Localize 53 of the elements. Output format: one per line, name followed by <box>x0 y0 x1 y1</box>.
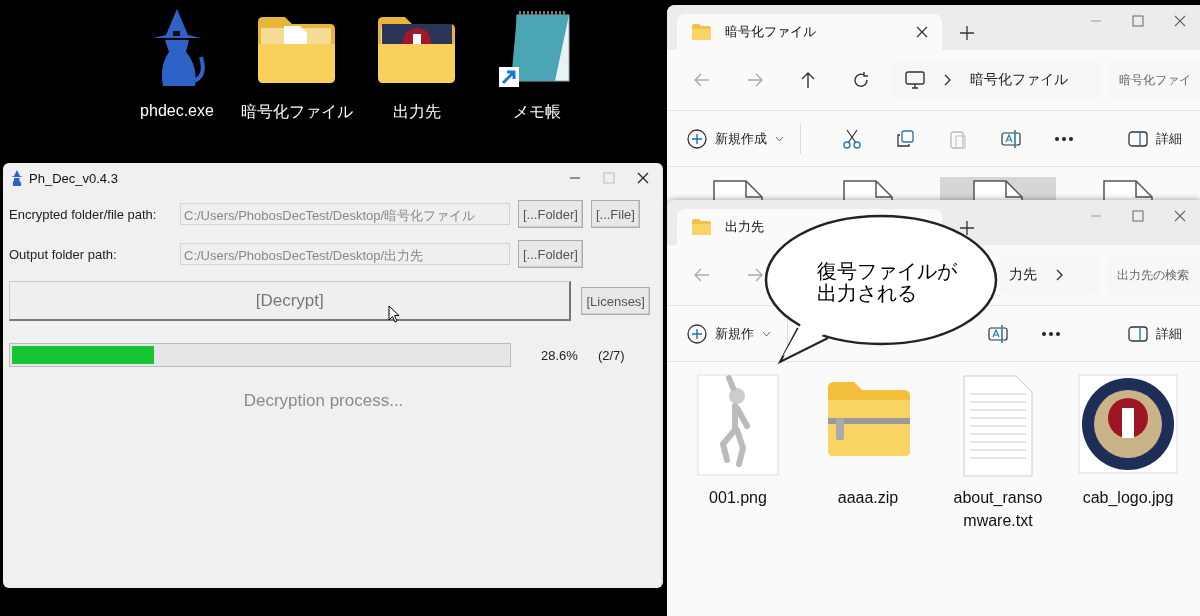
maximize-icon[interactable] <box>1132 210 1144 222</box>
chevron-icon <box>943 74 952 86</box>
tab-label: 出力先 <box>725 218 765 236</box>
desktop-icon-label[interactable]: phdec.exe <box>140 102 214 120</box>
plus-icon[interactable] <box>960 221 974 235</box>
more-icon[interactable] <box>1054 136 1073 141</box>
plus-circle-icon <box>687 323 707 344</box>
new-button[interactable]: 新規作 <box>685 319 773 348</box>
caret-icon <box>775 135 784 142</box>
details-button[interactable]: 詳細 <box>1126 320 1184 347</box>
details-pane-icon <box>1128 130 1148 147</box>
address-text: 力先 <box>1009 266 1037 284</box>
plus-circle-icon <box>687 128 707 149</box>
details-pane-icon <box>1128 325 1148 342</box>
address-text: 暗号化ファイル <box>970 71 1068 89</box>
scissors-icon[interactable] <box>842 128 861 149</box>
refresh-icon[interactable] <box>851 71 870 89</box>
folder-icon <box>691 218 711 236</box>
new-button[interactable]: 新規作成 <box>685 124 786 153</box>
desktop-icon-label[interactable]: 出力先 <box>393 102 441 123</box>
details-button[interactable]: 詳細 <box>1126 125 1184 152</box>
rename-icon[interactable] <box>987 323 1008 344</box>
callout-text: 復号ファイルが出力される <box>817 260 958 304</box>
file-name[interactable]: 001.png <box>688 486 788 509</box>
caret-icon <box>762 330 771 337</box>
cursor-icon <box>388 305 400 323</box>
copy-icon[interactable] <box>895 129 914 148</box>
folder-icon <box>691 23 711 41</box>
file-name[interactable]: about_ransomware.txt <box>948 486 1048 532</box>
close-icon[interactable] <box>916 26 928 38</box>
more-icon[interactable] <box>1041 331 1060 336</box>
tab[interactable]: 暗号化ファイル <box>677 14 942 50</box>
rename-icon[interactable] <box>1000 128 1021 149</box>
progress-count: (2/7) <box>597 347 625 363</box>
file-name[interactable]: aaaa.zip <box>818 486 918 509</box>
maximize-icon[interactable] <box>1132 15 1144 27</box>
file-name[interactable]: cab_logo.jpg <box>1078 486 1178 509</box>
monitor-icon <box>905 71 925 89</box>
close-icon[interactable] <box>637 172 649 184</box>
window-title: Ph_Dec_v0.4.3 <box>29 170 119 186</box>
field-label: Output folder path: <box>9 246 118 262</box>
selection-highlight[interactable] <box>940 177 1056 202</box>
desktop-icon-label[interactable]: 暗号化ファイル <box>241 102 353 123</box>
wizard-cat-icon <box>11 170 23 186</box>
text-document-icon <box>962 374 1034 478</box>
field-label: Encrypted folder/file path: <box>9 206 158 222</box>
desktop-icon-label[interactable]: メモ帳 <box>513 102 561 123</box>
progress-percent: 28.6% <box>541 347 578 363</box>
plus-icon[interactable] <box>960 26 974 40</box>
tab-label: 暗号化ファイル <box>725 23 817 41</box>
chevron-icon <box>1055 269 1064 281</box>
licenses-button[interactable]: [Licenses] <box>581 287 650 315</box>
status-text: Decryption process... <box>243 391 404 411</box>
